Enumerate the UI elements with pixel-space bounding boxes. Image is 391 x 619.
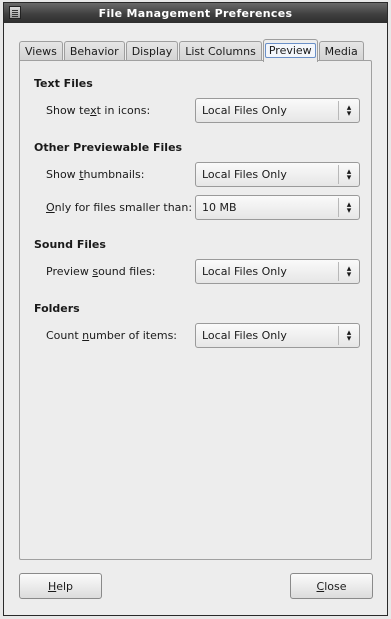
- help-button[interactable]: Help: [19, 573, 102, 599]
- preview-panel: Text Files Show text in icons: Local Fil…: [19, 60, 372, 560]
- tab-label: Behavior: [69, 45, 119, 58]
- up-down-arrows-icon: ▴ ▾: [346, 199, 352, 216]
- tab-label: Views: [25, 45, 57, 58]
- tab-views[interactable]: Views: [19, 41, 63, 61]
- section-heading-other-previewable: Other Previewable Files: [34, 141, 183, 154]
- combo-value: Local Files Only: [202, 329, 287, 342]
- tab-display[interactable]: Display: [125, 41, 179, 61]
- up-down-arrows-icon: ▴ ▾: [346, 102, 352, 119]
- combo-value: 10 MB: [202, 201, 237, 214]
- combo-value: Local Files Only: [202, 168, 287, 181]
- section-heading-text-files: Text Files: [34, 77, 93, 90]
- tab-label: Display: [131, 45, 173, 58]
- window-title: File Management Preferences: [98, 6, 293, 20]
- tab-bar: Views Behavior Display List Columns Prev…: [19, 39, 365, 62]
- show-thumbnails-combo[interactable]: Local Files Only ▴ ▾: [195, 162, 360, 187]
- up-down-arrows-icon: ▴ ▾: [346, 263, 352, 280]
- up-down-arrows-icon: ▴ ▾: [346, 166, 352, 183]
- tab-media[interactable]: Media: [318, 41, 364, 61]
- combo-value: Local Files Only: [202, 104, 287, 117]
- file-size-limit-label: Only for files smaller than:: [46, 201, 193, 214]
- close-button[interactable]: Close: [290, 573, 373, 599]
- tab-behavior[interactable]: Behavior: [63, 41, 125, 61]
- section-heading-folders: Folders: [34, 302, 80, 315]
- preview-sound-label: Preview sound files:: [46, 265, 156, 278]
- section-heading-sound-files: Sound Files: [34, 238, 106, 251]
- tab-label: Preview: [264, 43, 316, 58]
- show-thumbnails-label: Show thumbnails:: [46, 168, 145, 181]
- tab-preview[interactable]: Preview: [262, 39, 318, 62]
- combo-value: Local Files Only: [202, 265, 287, 278]
- count-items-label: Count number of items:: [46, 329, 178, 342]
- preferences-window: File Management Preferences Views Behavi…: [3, 2, 388, 616]
- preview-sound-combo[interactable]: Local Files Only ▴ ▾: [195, 259, 360, 284]
- file-size-limit-combo[interactable]: 10 MB ▴ ▾: [195, 195, 360, 220]
- up-down-arrows-icon: ▴ ▾: [346, 327, 352, 344]
- tab-label: List Columns: [185, 45, 256, 58]
- window-menu-icon[interactable]: [9, 6, 21, 19]
- show-text-label: Show text in icons:: [46, 104, 151, 117]
- count-items-combo[interactable]: Local Files Only ▴ ▾: [195, 323, 360, 348]
- title-bar[interactable]: File Management Preferences: [4, 3, 387, 23]
- show-text-combo[interactable]: Local Files Only ▴ ▾: [195, 98, 360, 123]
- tab-list-columns[interactable]: List Columns: [179, 41, 262, 61]
- tab-label: Media: [324, 45, 358, 58]
